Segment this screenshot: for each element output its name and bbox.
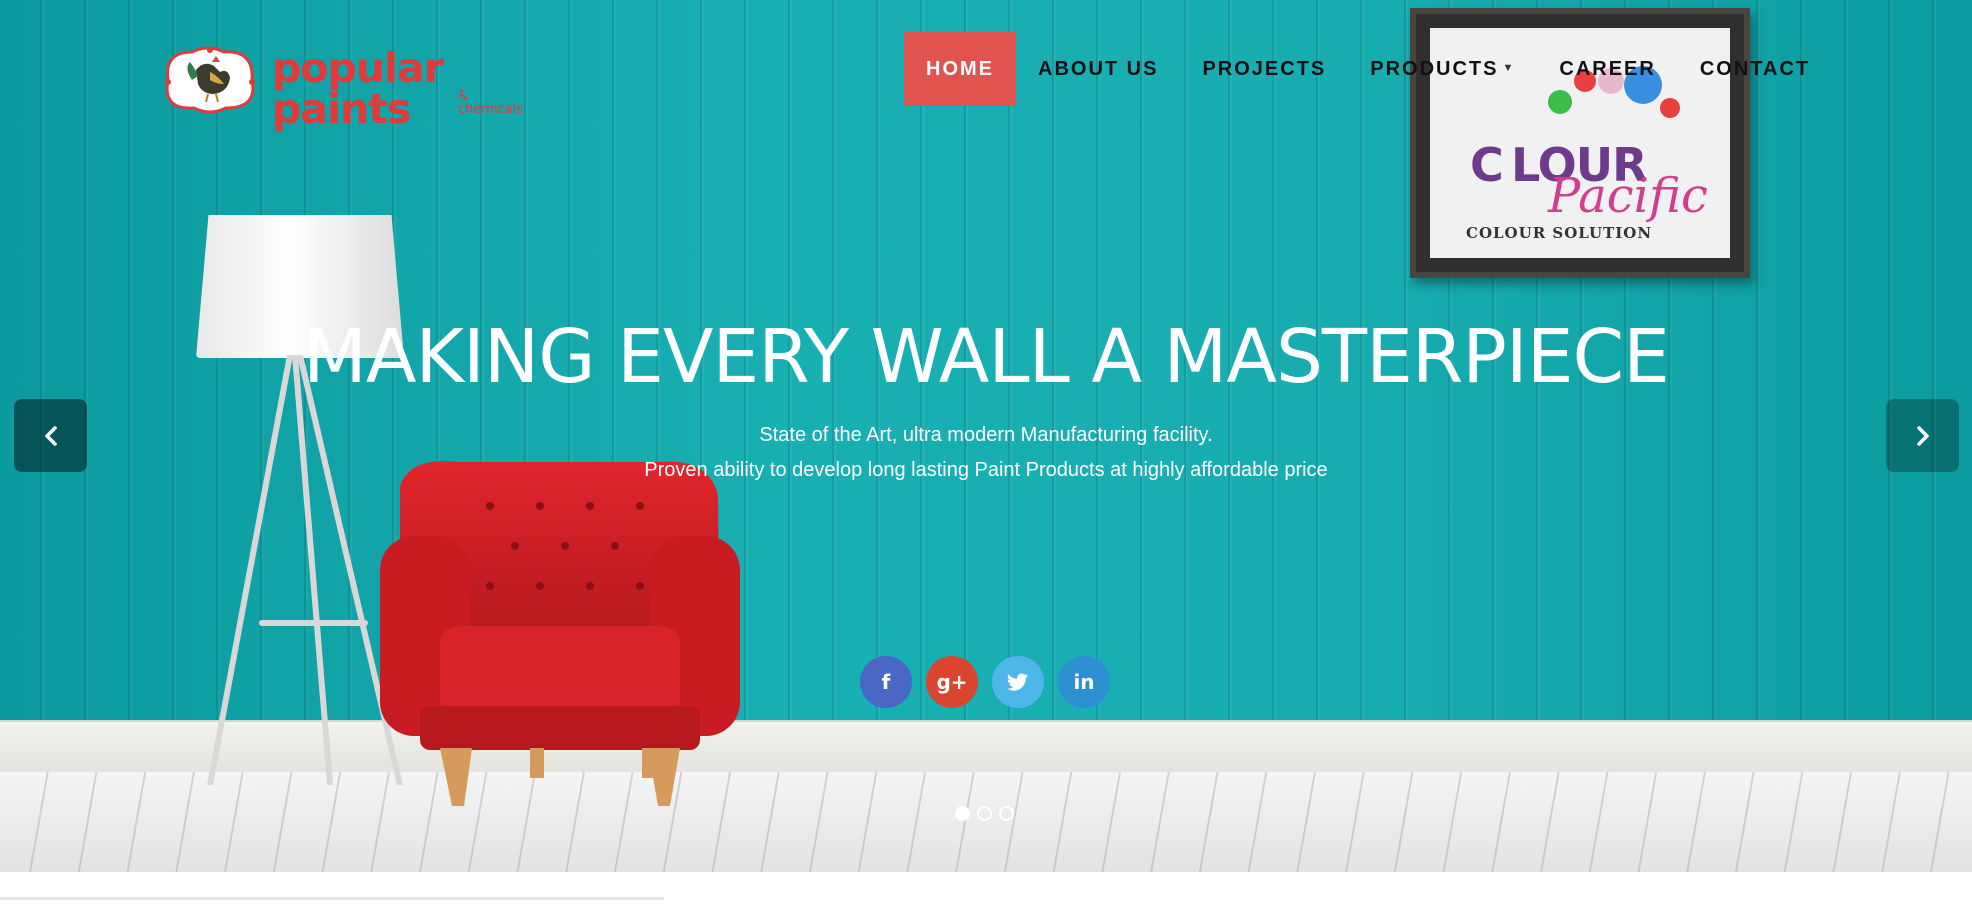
carousel-indicators bbox=[955, 806, 1014, 821]
carousel-indicator-1[interactable] bbox=[955, 806, 970, 821]
nav-contact-label: CONTACT bbox=[1699, 57, 1811, 80]
nav-about-us-label: ABOUT US bbox=[1038, 57, 1159, 80]
frame-brand-line: COLOUR SOLUTION bbox=[1466, 224, 1653, 242]
linkedin-button[interactable]: in bbox=[1058, 656, 1110, 708]
brand-name: popular paints bbox=[272, 44, 444, 133]
carousel-indicator-2[interactable] bbox=[977, 806, 992, 821]
facebook-icon: f bbox=[881, 670, 891, 694]
hero-carousel: C LOUR Pacific COLOUR SOLUTION popular p… bbox=[0, 0, 1972, 872]
hero-headline: MAKING EVERY WALL A MASTERPIECE bbox=[303, 314, 1670, 400]
chevron-right-icon bbox=[1916, 425, 1929, 446]
chevron-left-icon bbox=[44, 425, 57, 446]
nav-contact[interactable]: CONTACT bbox=[1678, 32, 1832, 106]
google-plus-button[interactable]: g+ bbox=[926, 656, 978, 708]
red-armchair-image bbox=[380, 461, 740, 806]
nav-home[interactable]: HOME bbox=[904, 32, 1016, 106]
nav-career[interactable]: CAREER bbox=[1537, 32, 1677, 106]
carousel-next-button[interactable] bbox=[1886, 399, 1959, 472]
twitter-icon bbox=[1007, 673, 1028, 691]
nav-home-label: HOME bbox=[926, 57, 994, 80]
hero-subtext-1: State of the Art, ultra modern Manufactu… bbox=[759, 424, 1213, 446]
twitter-button[interactable] bbox=[992, 656, 1044, 708]
social-links: f g+ in bbox=[860, 656, 1110, 708]
carousel-indicator-3[interactable] bbox=[999, 806, 1014, 821]
carousel-prev-button[interactable] bbox=[14, 399, 87, 472]
hero-subtext-2: Proven ability to develop long lasting P… bbox=[644, 459, 1328, 481]
nav-about-us[interactable]: ABOUT US bbox=[1016, 32, 1180, 106]
facebook-button[interactable]: f bbox=[860, 656, 912, 708]
linkedin-icon: in bbox=[1073, 670, 1095, 694]
rooster-logo-icon bbox=[165, 46, 255, 114]
google-plus-icon: g+ bbox=[936, 670, 968, 694]
caret-down-icon: ▼ bbox=[1502, 62, 1516, 74]
nav-career-label: CAREER bbox=[1559, 57, 1656, 80]
nav-products-dropdown[interactable]: PRODUCTS ▼ bbox=[1348, 32, 1537, 106]
section-divider bbox=[0, 897, 664, 900]
nav-projects[interactable]: PROJECTS bbox=[1180, 32, 1348, 106]
frame-brand-script: Pacific bbox=[1548, 168, 1708, 224]
hero-floor bbox=[0, 772, 1972, 872]
site-logo[interactable]: popular paints & chemicals bbox=[162, 42, 524, 130]
nav-products-label: PRODUCTS bbox=[1370, 57, 1499, 80]
brand-tagline: & chemicals bbox=[458, 89, 524, 117]
nav-projects-label: PROJECTS bbox=[1202, 57, 1327, 80]
main-nav: HOME ABOUT US PROJECTS PRODUCTS ▼ CAREER … bbox=[904, 32, 1832, 106]
